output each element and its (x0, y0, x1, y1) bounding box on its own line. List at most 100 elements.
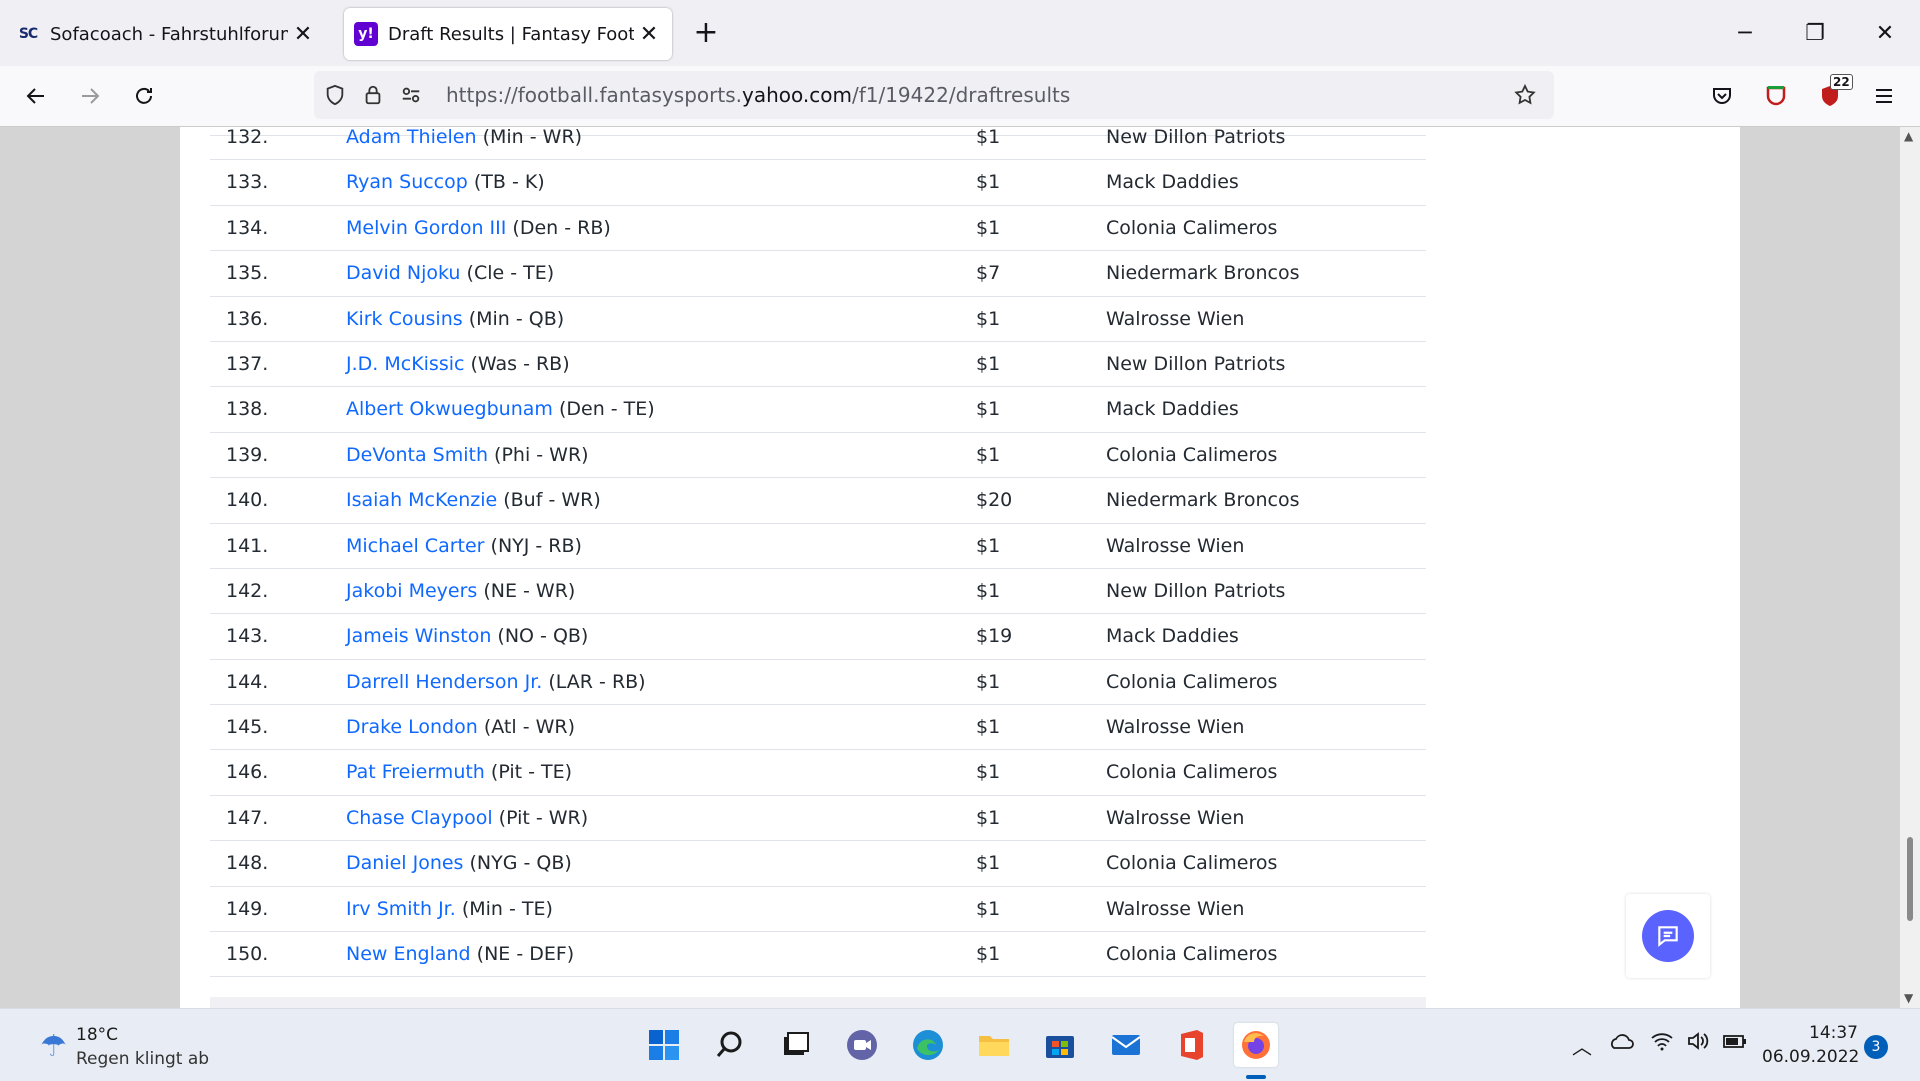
table-row: 137. J.D. McKissic (Was - RB) $1 New Dillon… (210, 342, 1426, 388)
search-button[interactable] (708, 1023, 752, 1067)
player-link[interactable]: Drake London (346, 716, 478, 738)
player-link[interactable]: Melvin Gordon III (346, 217, 506, 239)
player-link[interactable]: Michael Carter (346, 535, 484, 557)
battery-charging-icon[interactable] (1722, 1031, 1748, 1056)
chat-icon (1642, 910, 1694, 962)
player-link[interactable]: Pat Freiermuth (346, 761, 485, 783)
player-cell: DeVonta Smith (Phi - WR) (346, 433, 589, 477)
pick-number: 148. (226, 852, 269, 875)
close-tab-icon[interactable]: ✕ (288, 19, 318, 49)
cost: $1 (976, 579, 1001, 602)
volume-icon[interactable] (1686, 1031, 1710, 1056)
cost: $1 (976, 670, 1001, 693)
vertical-scrollbar[interactable]: ▲ ▼ (1900, 127, 1920, 1008)
player-info: (Pit - TE) (490, 761, 573, 784)
teams-chat-button[interactable] (840, 1023, 884, 1067)
table-row: 132. Adam Thielen (Min - WR) $1 New Dillon … (210, 127, 1426, 161)
cost: $1 (976, 806, 1001, 829)
task-view-icon (784, 1032, 809, 1055)
player-link[interactable]: Jakobi Meyers (346, 580, 477, 602)
scroll-up-icon[interactable]: ▲ (1904, 129, 1913, 143)
reload-button[interactable] (122, 74, 166, 118)
player-info: (Min - TE) (461, 897, 553, 920)
menu-button[interactable] (1862, 74, 1906, 118)
player-link[interactable]: Kirk Cousins (346, 308, 463, 330)
player-link[interactable]: Isaiah McKenzie (346, 489, 497, 511)
player-link[interactable]: New England (346, 943, 471, 965)
player-link[interactable]: David Njoku (346, 262, 460, 284)
table-row: 145. Drake London (Atl - WR) $1 Walrosse Wi… (210, 705, 1426, 751)
scroll-down-icon[interactable]: ▼ (1904, 991, 1913, 1005)
show-hidden-icons-icon[interactable]: ︿ (1572, 1031, 1592, 1060)
restore-button[interactable]: ❐ (1790, 14, 1840, 54)
pocket-button[interactable] (1700, 74, 1744, 118)
player-link[interactable]: Albert Okwuegbunam (346, 398, 553, 420)
table-footer (210, 997, 1426, 1008)
minimize-button[interactable]: ─ (1720, 14, 1770, 54)
weather-temp: 18°C (76, 1025, 119, 1045)
onedrive-cloud-icon[interactable] (1608, 1031, 1634, 1056)
player-link[interactable]: Ryan Succop (346, 171, 468, 193)
wifi-icon[interactable] (1650, 1031, 1674, 1056)
player-link[interactable]: Daniel Jones (346, 852, 463, 874)
close-window-button[interactable]: ✕ (1860, 14, 1910, 54)
forward-button[interactable] (68, 74, 112, 118)
pick-number: 145. (226, 716, 269, 739)
team-name: Mack Daddies (1106, 625, 1239, 648)
tab-draft-results[interactable]: y! Draft Results | Fantasy Football ✕ (344, 8, 672, 60)
cost: $1 (976, 897, 1001, 920)
bookmark-star-icon[interactable] (1510, 80, 1540, 110)
file-explorer-button[interactable] (972, 1023, 1016, 1067)
player-link[interactable]: J.D. McKissic (346, 353, 464, 375)
task-view-button[interactable] (774, 1023, 818, 1067)
close-tab-icon[interactable]: ✕ (634, 19, 664, 49)
team-name: Walrosse Wien (1106, 716, 1245, 739)
tab-sofacoach[interactable]: SC Sofacoach - Fahrstuhlforum ✕ (4, 8, 326, 60)
team-name: Colonia Calimeros (1106, 852, 1278, 875)
start-button[interactable] (642, 1023, 686, 1067)
player-link[interactable]: Darrell Henderson Jr. (346, 671, 542, 693)
extension-button[interactable] (1754, 74, 1798, 118)
player-link[interactable]: Adam Thielen (346, 127, 477, 148)
store-button[interactable] (1038, 1023, 1082, 1067)
player-link[interactable]: DeVonta Smith (346, 444, 488, 466)
yahoo-favicon-icon: y! (354, 22, 378, 46)
edge-button[interactable] (906, 1023, 950, 1067)
cost: $1 (976, 352, 1001, 375)
player-cell: Drake London (Atl - WR) (346, 705, 575, 749)
back-button[interactable] (14, 74, 58, 118)
table-row: 146. Pat Freiermuth (Pit - TE) $1 Colonia C… (210, 750, 1426, 796)
permissions-icon[interactable] (396, 80, 426, 110)
scrollbar-thumb[interactable] (1907, 837, 1913, 921)
tracking-protection-shield-icon[interactable] (320, 80, 350, 110)
notification-badge[interactable]: 3 (1864, 1035, 1888, 1059)
ublock-extension-button[interactable]: 22 (1808, 74, 1853, 118)
player-cell: Jakobi Meyers (NE - WR) (346, 569, 575, 613)
url-bar[interactable]: https://football.fantasysports.yahoo.com… (314, 71, 1554, 119)
player-info: (NYG - QB) (469, 852, 572, 875)
pick-number: 135. (226, 262, 269, 285)
player-info: (Buf - WR) (503, 489, 601, 512)
weather-text: Regen klingt ab (76, 1049, 210, 1069)
pick-number: 139. (226, 443, 269, 466)
firefox-button[interactable] (1234, 1023, 1278, 1067)
player-link[interactable]: Irv Smith Jr. (346, 898, 456, 920)
table-row: 141. Michael Carter (NYJ - RB) $1 Walrosse … (210, 524, 1426, 569)
team-name: Niedermark Broncos (1106, 262, 1300, 285)
pick-number: 150. (226, 943, 269, 966)
tab-title: Sofacoach - Fahrstuhlforum (50, 23, 288, 45)
windows-taskbar: ☂ 18°C Regen klingt ab ︿ 14:37 06.09.202… (0, 1008, 1920, 1081)
lock-icon[interactable] (358, 80, 388, 110)
player-info: (Cle - TE) (466, 262, 555, 285)
player-info: (NO - QB) (497, 625, 589, 648)
office-button[interactable] (1170, 1023, 1214, 1067)
player-link[interactable]: Chase Claypool (346, 807, 493, 829)
url-text[interactable]: https://football.fantasysports.yahoo.com… (446, 83, 1070, 107)
mail-button[interactable] (1104, 1023, 1148, 1067)
system-clock[interactable]: 14:37 06.09.2022 (1762, 1021, 1859, 1069)
team-name: New Dillon Patriots (1106, 127, 1286, 148)
player-link[interactable]: Jameis Winston (346, 625, 491, 647)
player-cell: Michael Carter (NYJ - RB) (346, 524, 582, 568)
chat-widget[interactable] (1626, 894, 1710, 978)
new-tab-button[interactable]: + (688, 16, 724, 52)
